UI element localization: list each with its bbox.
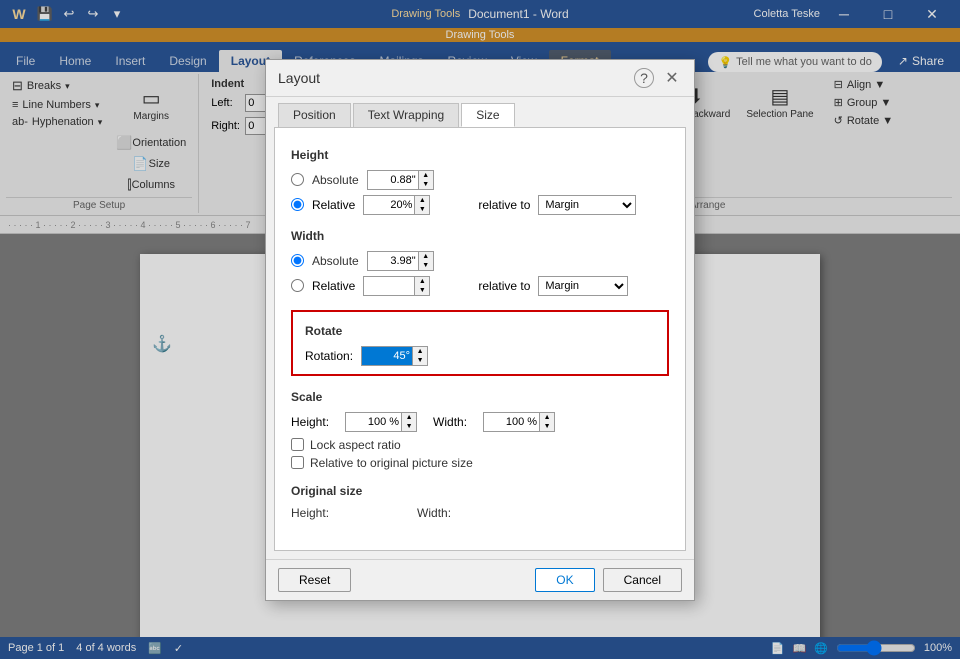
relative-original-label[interactable]: Relative to original picture size: [310, 456, 473, 470]
height-relative-row: Relative ▲ ▼ relative to Margin Page Top…: [291, 195, 669, 215]
height-abs-up-btn[interactable]: ▲: [419, 171, 433, 180]
modal-footer: Reset OK Cancel: [266, 559, 694, 600]
scale-section-title: Scale: [291, 390, 669, 404]
modal-tabs: Position Text Wrapping Size: [266, 97, 694, 127]
scale-h-down-btn[interactable]: ▼: [402, 422, 416, 431]
scale-height-input[interactable]: [346, 413, 401, 431]
height-section: Height Absolute ▲ ▼ Relative: [291, 148, 669, 215]
width-absolute-row: Absolute ▲ ▼: [291, 251, 669, 271]
scale-section: Scale Height: ▲ ▼ Width: ▲: [291, 390, 669, 470]
width-relative-radio[interactable]: [291, 279, 304, 292]
reset-btn[interactable]: Reset: [278, 568, 351, 592]
modal-help-btn[interactable]: ?: [634, 68, 654, 88]
scale-w-down-btn[interactable]: ▼: [540, 422, 554, 431]
tab-text-wrapping[interactable]: Text Wrapping: [353, 103, 459, 127]
cancel-btn[interactable]: Cancel: [603, 568, 682, 592]
lock-aspect-label[interactable]: Lock aspect ratio: [310, 438, 401, 452]
scale-height-label: Height:: [291, 415, 329, 429]
height-abs-down-btn[interactable]: ▼: [419, 180, 433, 189]
layout-dialog: Layout ? ✕ Position Text Wrapping Size H…: [265, 59, 695, 601]
width-rel-down-btn[interactable]: ▼: [415, 286, 429, 295]
height-relative-label[interactable]: Relative: [312, 198, 355, 212]
orig-height-label: Height:: [291, 506, 329, 520]
relative-original-checkbox[interactable]: [291, 456, 304, 469]
height-section-title: Height: [291, 148, 669, 162]
height-relative-spinner: ▲ ▼: [363, 195, 430, 215]
width-absolute-spinner: ▲ ▼: [367, 251, 434, 271]
width-relative-input[interactable]: [364, 277, 414, 295]
height-absolute-label[interactable]: Absolute: [312, 173, 359, 187]
width-relative-row: Relative ▲ ▼ relative to Margin Page Lef…: [291, 276, 669, 296]
width-relative-to-label: relative to: [478, 279, 530, 293]
rotation-down-btn[interactable]: ▼: [413, 356, 427, 365]
rotation-spinner: ▲ ▼: [361, 346, 428, 366]
rotate-section: Rotate Rotation: ▲ ▼: [291, 310, 669, 376]
modal-title-bar: Layout ? ✕: [266, 60, 694, 97]
height-relative-to-select[interactable]: Margin Page Top Margin Bottom Margin: [538, 195, 636, 215]
rotation-input[interactable]: [362, 347, 412, 365]
modal-title: Layout: [278, 70, 320, 86]
height-absolute-input[interactable]: [368, 171, 418, 189]
width-relative-label[interactable]: Relative: [312, 279, 355, 293]
width-abs-down-btn[interactable]: ▼: [419, 261, 433, 270]
scale-width-input[interactable]: [484, 413, 539, 431]
scale-height-spinner: ▲ ▼: [345, 412, 417, 432]
orig-width-label: Width:: [417, 506, 451, 520]
width-section: Width Absolute ▲ ▼ Relative: [291, 229, 669, 296]
height-absolute-row: Absolute ▲ ▼: [291, 170, 669, 190]
height-relative-radio[interactable]: [291, 198, 304, 211]
ok-btn[interactable]: OK: [535, 568, 594, 592]
width-absolute-label[interactable]: Absolute: [312, 254, 359, 268]
modal-close-btn[interactable]: ✕: [662, 68, 682, 88]
original-size-section: Original size Height: Width:: [291, 484, 669, 520]
lock-aspect-row: Lock aspect ratio: [291, 438, 669, 452]
modal-body: Height Absolute ▲ ▼ Relative: [274, 127, 686, 551]
scale-row: Height: ▲ ▼ Width: ▲ ▼: [291, 412, 669, 432]
scale-w-up-btn[interactable]: ▲: [540, 413, 554, 422]
height-rel-up-btn[interactable]: ▲: [415, 196, 429, 205]
original-size-title: Original size: [291, 484, 669, 498]
lock-aspect-checkbox[interactable]: [291, 438, 304, 451]
height-relative-input[interactable]: [364, 196, 414, 214]
rotate-section-title: Rotate: [305, 324, 655, 338]
width-relative-to-select[interactable]: Margin Page Left Margin Right Margin: [538, 276, 628, 296]
scale-h-up-btn[interactable]: ▲: [402, 413, 416, 422]
height-rel-down-btn[interactable]: ▼: [415, 205, 429, 214]
scale-width-label: Width:: [433, 415, 467, 429]
height-relative-to-label: relative to: [478, 198, 530, 212]
width-relative-spinner: ▲ ▼: [363, 276, 430, 296]
width-rel-up-btn[interactable]: ▲: [415, 277, 429, 286]
height-absolute-radio[interactable]: [291, 173, 304, 186]
scale-width-spinner: ▲ ▼: [483, 412, 555, 432]
width-absolute-input[interactable]: [368, 252, 418, 270]
rotation-row: Rotation: ▲ ▼: [305, 346, 655, 366]
width-section-title: Width: [291, 229, 669, 243]
tab-size[interactable]: Size: [461, 103, 514, 127]
width-absolute-radio[interactable]: [291, 254, 304, 267]
original-size-values: Height: Width:: [291, 506, 669, 520]
modal-overlay: Layout ? ✕ Position Text Wrapping Size H…: [0, 0, 960, 659]
rotation-up-btn[interactable]: ▲: [413, 347, 427, 356]
tab-position[interactable]: Position: [278, 103, 351, 127]
relative-original-row: Relative to original picture size: [291, 456, 669, 470]
rotation-label: Rotation:: [305, 349, 353, 363]
width-abs-up-btn[interactable]: ▲: [419, 252, 433, 261]
height-absolute-spinner: ▲ ▼: [367, 170, 434, 190]
